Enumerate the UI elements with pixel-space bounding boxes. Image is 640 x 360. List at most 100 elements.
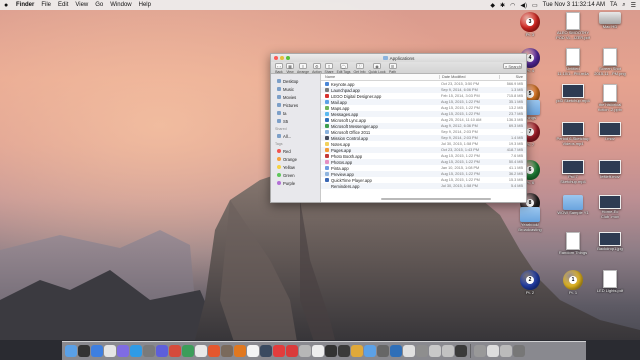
sidebar-item-yellow[interactable]: Yellow — [271, 163, 320, 171]
dock-app-icon[interactable] — [377, 345, 389, 357]
get-info-button[interactable]: ⓘ — [355, 63, 364, 69]
dock-app-icon[interactable] — [247, 345, 259, 357]
dock-app-icon[interactable] — [117, 345, 129, 357]
wifi-icon[interactable]: ◠ — [510, 2, 515, 9]
menu-help[interactable]: Help — [139, 2, 151, 8]
menu-go[interactable]: Go — [95, 2, 103, 8]
dock-app-icon[interactable] — [390, 345, 402, 357]
dock-app-icon[interactable] — [130, 345, 142, 357]
spotlight-icon[interactable]: ⌕ — [622, 2, 625, 9]
dock-app-icon[interactable] — [156, 345, 168, 357]
dropbox-icon[interactable]: ◆ — [490, 2, 495, 9]
dock-app-icon[interactable] — [403, 345, 415, 357]
column-name[interactable]: Name — [321, 75, 439, 79]
toolbar-path[interactable]: ☰ Path — [388, 63, 397, 74]
sidebar-item-all[interactable]: All... — [271, 132, 320, 140]
notification-center-icon[interactable]: ☰ — [631, 2, 636, 9]
dock-app-icon[interactable] — [208, 345, 220, 357]
table-row[interactable]: Reminders.app Jul 30, 2015, 1:58 PM 5.4 MB — [321, 183, 526, 189]
dock-app-icon[interactable] — [299, 345, 311, 357]
view-button[interactable]: ▦ — [286, 63, 294, 69]
column-date-modified[interactable]: Date Modified — [439, 75, 499, 79]
desktop-icon[interactable]: LED Lights.pdf — [587, 270, 633, 294]
menu-file[interactable]: File — [41, 2, 51, 8]
finder-titlebar[interactable]: Applications — [271, 54, 526, 62]
dock-app-icon[interactable] — [338, 345, 350, 357]
sidebar-item-red[interactable]: Red — [271, 147, 320, 155]
desktop-icon[interactable]: Home-Ec Club .mov — [587, 195, 633, 220]
desktop-icon[interactable]: i.mov — [587, 122, 633, 142]
dock-app-icon[interactable] — [104, 345, 116, 357]
dock-app-icon[interactable] — [416, 345, 428, 357]
dock-app-icon[interactable] — [195, 345, 207, 357]
edit-tags-button[interactable]: ◯ — [339, 63, 348, 69]
desktop-icon[interactable]: Screen Shot 2015-11...PM.png — [587, 48, 633, 77]
dock-app-icon[interactable] — [260, 345, 272, 357]
bluetooth-icon[interactable]: ✱ — [500, 2, 505, 9]
dock-app-icon[interactable] — [351, 345, 363, 357]
sidebar-item-desktop[interactable]: Desktop — [271, 77, 320, 85]
desktop-icon[interactable]: Backdrop1.jpg — [587, 232, 633, 252]
toolbar-edit-tags[interactable]: ◯ Edit Tags — [337, 63, 350, 74]
sidebar-item-music[interactable]: Music — [271, 85, 320, 93]
column-size[interactable]: Size — [499, 75, 525, 79]
menubar-clock[interactable]: Tue Nov 3 11:32:14 AM — [543, 2, 605, 8]
toolbar-search[interactable]: ⌕ Search — [502, 63, 522, 69]
toolbar-quick-look[interactable]: ◉ Quick Look — [369, 63, 386, 74]
menu-app-finder[interactable]: Finder — [16, 2, 34, 8]
desktop-icon[interactable]: Mac HD — [587, 12, 633, 30]
dock-app-icon[interactable] — [429, 345, 441, 357]
battery-icon[interactable]: ▭ — [532, 2, 538, 9]
dock-app-icon[interactable] — [91, 345, 103, 357]
minimize-button[interactable] — [280, 56, 284, 60]
desktop-icon[interactable]: 2 Pt. 2 — [507, 270, 553, 296]
menu-window[interactable]: Window — [110, 2, 131, 8]
apple-menu-icon[interactable]: ● — [4, 2, 10, 9]
toolbar-back[interactable]: ‹ › Back — [275, 63, 283, 74]
toolbar-share[interactable]: ⇪ Share — [325, 63, 334, 74]
dock-app-icon[interactable] — [513, 345, 525, 357]
dock-app-icon[interactable] — [182, 345, 194, 357]
sidebar-item-ta[interactable]: ta — [271, 109, 320, 117]
dock-app-icon[interactable] — [312, 345, 324, 357]
sidebar-item-s5[interactable]: S5 — [271, 117, 320, 125]
sidebar-item-pictures[interactable]: Pictures — [271, 101, 320, 109]
dock-app-icon[interactable] — [325, 345, 337, 357]
dock-app-icon[interactable] — [273, 345, 285, 357]
dock-app-icon[interactable] — [221, 345, 233, 357]
arrange-button[interactable]: ≡ — [299, 63, 308, 69]
toolbar-action[interactable]: ⚙ Action — [312, 63, 322, 74]
toolbar-get-info[interactable]: ⓘ Get Info — [353, 63, 366, 74]
menu-view[interactable]: View — [75, 2, 88, 8]
dock-app-icon[interactable] — [78, 345, 90, 357]
action-button[interactable]: ⚙ — [312, 63, 321, 69]
horizontal-scrollbar[interactable] — [381, 198, 491, 200]
dock-app-icon[interactable] — [234, 345, 246, 357]
dock-app-icon[interactable] — [474, 345, 486, 357]
sidebar-item-orange[interactable]: Orange — [271, 155, 320, 163]
toolbar-view[interactable]: ▦ View — [286, 63, 294, 74]
menu-edit[interactable]: Edit — [58, 2, 68, 8]
menubar-user[interactable]: TA — [610, 2, 617, 8]
path-button[interactable]: ☰ — [388, 63, 397, 69]
dock-app-icon[interactable] — [500, 345, 512, 357]
desktop-icon[interactable]: 3 Pt. 3 — [507, 12, 553, 38]
dock-app-icon[interactable] — [487, 345, 499, 357]
toolbar-arrange[interactable]: ≡ Arrange — [297, 63, 309, 74]
dock-app-icon[interactable] — [286, 345, 298, 357]
dock-app-icon[interactable] — [364, 345, 376, 357]
zoom-button[interactable] — [286, 56, 290, 60]
finder-dock-icon[interactable] — [65, 345, 77, 357]
dock-app-icon[interactable] — [455, 345, 467, 357]
search-input[interactable]: ⌕ Search — [502, 63, 522, 69]
desktop-icon[interactable]: leftleft.mov — [587, 160, 633, 180]
sidebar-item-purple[interactable]: Purple — [271, 179, 320, 187]
share-button[interactable]: ⇪ — [325, 63, 334, 69]
sidebar-item-green[interactable]: Green — [271, 171, 320, 179]
desktop-icon[interactable]: Yearbook/ Broadcasting — [507, 207, 553, 233]
quick-look-button[interactable]: ◉ — [373, 63, 382, 69]
dock-app-icon[interactable] — [169, 345, 181, 357]
close-button[interactable] — [274, 56, 278, 60]
dock-app-icon[interactable] — [442, 345, 454, 357]
volume-icon[interactable]: ◀) — [520, 2, 527, 9]
